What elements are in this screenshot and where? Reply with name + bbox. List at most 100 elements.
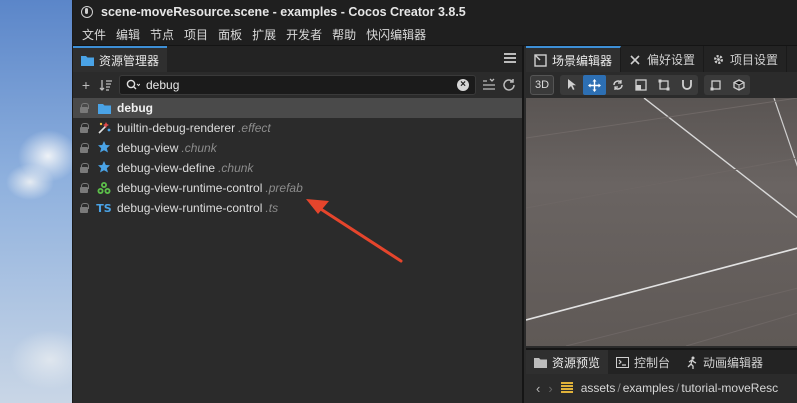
add-asset-icon[interactable]: + <box>79 78 93 92</box>
scene-tabbar: 场景编辑器 偏好设置 项目设置 <box>526 46 797 72</box>
effect-icon <box>97 121 111 135</box>
scene-viewport[interactable] <box>526 98 797 346</box>
folder-icon <box>534 357 547 368</box>
tab-preferences-label: 偏好设置 <box>647 52 696 67</box>
search-icon <box>126 79 140 90</box>
scene-toolbar: 3D <box>526 72 797 98</box>
collapse-all-icon[interactable] <box>482 78 496 92</box>
pivot-icon[interactable] <box>704 75 727 95</box>
typescript-icon: TS <box>96 201 112 215</box>
asset-extension: .effect <box>238 121 271 135</box>
asset-name: builtin-debug-renderer <box>117 121 236 135</box>
tab-scene-editor-label: 场景编辑器 <box>552 53 613 68</box>
desktop-background <box>0 60 72 403</box>
tab-asset-manager[interactable]: 资源管理器 <box>73 46 168 72</box>
scene-icon <box>534 53 547 67</box>
gear-icon <box>714 54 724 64</box>
move-tool-icon[interactable] <box>583 75 607 95</box>
menu-project[interactable]: 项目 <box>179 26 213 43</box>
asset-name: debug-view-runtime-control <box>117 181 263 195</box>
tab-animation-editor-label: 动画编辑器 <box>703 355 764 370</box>
asset-name: debug-view <box>117 141 179 155</box>
breadcrumb: ‹ › assets / examples / tutorial-moveResc <box>526 374 797 402</box>
tab-scene-editor[interactable]: 场景编辑器 <box>526 46 622 72</box>
tab-console-label: 控制台 <box>634 355 671 370</box>
menu-node[interactable]: 节点 <box>145 26 179 43</box>
rotate-tool-icon[interactable] <box>606 75 629 95</box>
back-chevron-icon[interactable]: ‹ <box>536 381 540 396</box>
asset-extension: .prefab <box>265 181 303 195</box>
asset-search-box[interactable]: × <box>119 75 476 95</box>
tab-console[interactable]: 控制台 <box>608 350 678 374</box>
coordinate-icon[interactable] <box>727 75 750 95</box>
database-icon <box>560 382 573 394</box>
tools-icon <box>630 54 640 65</box>
asset-row-debug-view-runtime-control-prefab[interactable]: debug-view-runtime-control .prefab <box>73 178 522 198</box>
editor-window: scene-moveResource.scene - examples - Co… <box>72 0 797 403</box>
asset-name: debug-view-runtime-control <box>117 201 263 215</box>
tab-project-settings-label: 项目设置 <box>730 52 779 67</box>
breadcrumb-item[interactable]: assets <box>581 381 616 395</box>
3d-mode-button[interactable]: 3D <box>530 75 555 95</box>
asset-extension: .ts <box>265 201 279 215</box>
chunk-icon <box>97 141 111 155</box>
menu-extension[interactable]: 扩展 <box>247 26 281 43</box>
menu-file[interactable]: 文件 <box>77 26 111 43</box>
search-input[interactable] <box>146 78 451 92</box>
lock-icon <box>79 103 89 113</box>
cocos-app-icon <box>81 6 93 18</box>
pivot-tool-group <box>704 75 751 95</box>
folder-icon <box>97 101 111 115</box>
clear-search-icon[interactable]: × <box>457 79 469 91</box>
running-figure-icon <box>687 356 697 369</box>
rect-tool-icon[interactable] <box>652 75 675 95</box>
forward-chevron-icon[interactable]: › <box>548 381 552 396</box>
asset-tree: debug builtin-debug-renderer .effect deb… <box>73 98 522 218</box>
window-title: scene-moveResource.scene - examples - Co… <box>101 5 466 19</box>
lock-icon <box>79 203 89 213</box>
prefab-icon <box>97 181 111 195</box>
menu-quick-editor[interactable]: 快闪编辑器 <box>361 26 431 43</box>
scene-grid <box>526 98 797 346</box>
select-tool-icon[interactable] <box>560 75 583 95</box>
menu-edit[interactable]: 编辑 <box>111 26 145 43</box>
asset-extension: .chunk <box>181 141 217 155</box>
tab-preferences[interactable]: 偏好设置 <box>621 46 705 72</box>
menu-bar: 文件 编辑 节点 项目 面板 扩展 开发者 帮助 快闪编辑器 <box>73 24 797 46</box>
panel-menu-icon[interactable] <box>504 53 516 63</box>
asset-preview-panel: 资源预览 控制台 动画编辑器 ‹ › assets / examples / t… <box>526 348 797 403</box>
terminal-icon <box>616 356 630 368</box>
bottom-tabbar: 资源预览 控制台 动画编辑器 <box>526 350 797 374</box>
tab-asset-preview-label: 资源预览 <box>552 355 601 370</box>
tab-asset-manager-label: 资源管理器 <box>99 53 160 68</box>
asset-toolbar: + × <box>73 72 522 98</box>
asset-row-debug-view-define[interactable]: debug-view-define .chunk <box>73 158 522 178</box>
asset-row-debug-view[interactable]: debug-view .chunk <box>73 138 522 158</box>
scale-tool-icon[interactable] <box>629 75 652 95</box>
lock-icon <box>79 183 89 193</box>
asset-name: debug-view-define <box>117 161 216 175</box>
asset-tabbar: 资源管理器 <box>73 46 522 72</box>
snap-magnet-icon[interactable] <box>675 75 698 95</box>
breadcrumb-path: assets / examples / tutorial-moveResc <box>580 381 779 395</box>
lock-icon <box>79 123 89 133</box>
asset-name: debug <box>117 101 153 115</box>
asset-row-debug-folder[interactable]: debug <box>73 98 522 118</box>
asset-extension: .chunk <box>218 161 254 175</box>
scene-editor-panel: 场景编辑器 偏好设置 项目设置 3D 资源预览 控制台 动画编辑器 ‹ › as… <box>526 46 797 403</box>
tab-project-settings[interactable]: 项目设置 <box>704 46 788 72</box>
refresh-icon[interactable] <box>502 78 516 92</box>
menu-developer[interactable]: 开发者 <box>281 26 327 43</box>
menu-help[interactable]: 帮助 <box>327 26 361 43</box>
folder-icon <box>81 55 94 66</box>
tab-asset-preview[interactable]: 资源预览 <box>526 350 609 374</box>
sort-icon[interactable] <box>99 78 113 92</box>
breadcrumb-item[interactable]: tutorial-moveResc <box>681 381 778 395</box>
title-bar: scene-moveResource.scene - examples - Co… <box>73 0 797 24</box>
asset-manager-panel: 资源管理器 + × <box>73 46 524 403</box>
tab-animation-editor[interactable]: 动画编辑器 <box>678 350 771 374</box>
asset-row-debug-view-runtime-control-ts[interactable]: TS debug-view-runtime-control .ts <box>73 198 522 218</box>
menu-panel[interactable]: 面板 <box>213 26 247 43</box>
asset-row-builtin-debug-renderer[interactable]: builtin-debug-renderer .effect <box>73 118 522 138</box>
breadcrumb-item[interactable]: examples <box>623 381 674 395</box>
